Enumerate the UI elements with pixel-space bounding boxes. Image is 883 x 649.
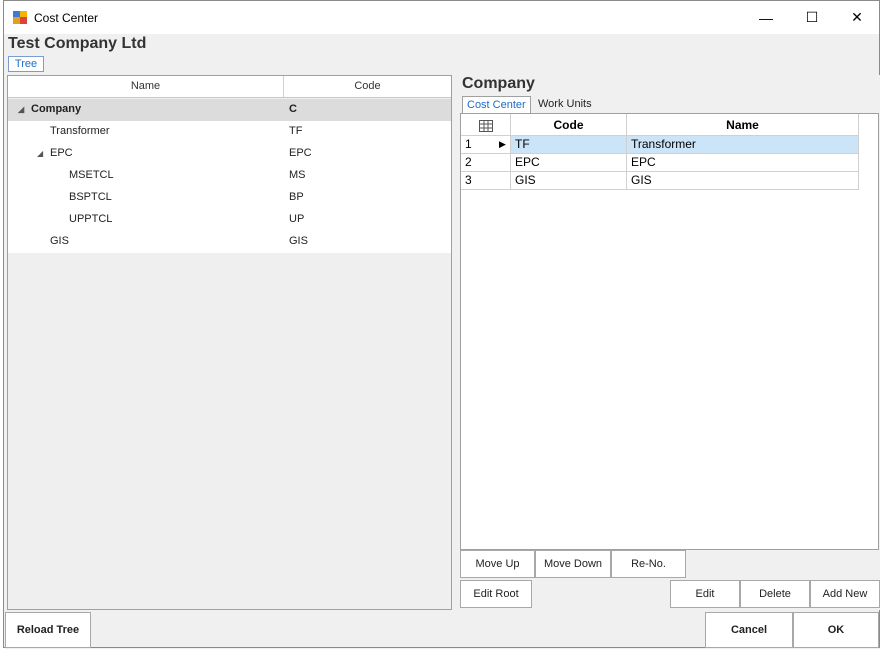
app-icon: [13, 11, 27, 24]
tab-tree[interactable]: Tree: [8, 56, 44, 72]
maximize-icon: ☐: [805, 9, 819, 25]
renumber-button[interactable]: Re-No.: [611, 550, 686, 578]
cost-center-grid: Code Name 1 ▶ TF Transformer 2 EPC EPC 3…: [460, 113, 879, 550]
grid-cell-name[interactable]: EPC: [627, 154, 859, 172]
tab-cost-center[interactable]: Cost Center: [462, 96, 531, 113]
edit-root-button[interactable]: Edit Root: [460, 580, 532, 608]
tree-row-upptcl[interactable]: UPPTCL UP: [8, 209, 451, 231]
tree-node-code: C: [289, 103, 297, 115]
window-title: Cost Center: [34, 11, 99, 25]
tree-panel: Name Code ◢ Company C Transformer TF ◢ E…: [7, 75, 452, 610]
company-name-heading: Test Company Ltd: [8, 35, 147, 52]
tree-node-name: GIS: [50, 235, 69, 247]
minimize-icon: —: [759, 9, 773, 26]
cancel-button[interactable]: Cancel: [705, 612, 793, 648]
ok-button[interactable]: OK: [793, 612, 879, 648]
tree-node-code: TF: [289, 125, 303, 137]
tree-node-name: UPPTCL: [69, 213, 113, 225]
close-icon: ✕: [851, 9, 863, 25]
row-header[interactable]: 3: [461, 172, 511, 190]
tree-node-name: Company: [31, 103, 82, 115]
grid-cell-name[interactable]: Transformer: [627, 136, 859, 154]
tree-row-transformer[interactable]: Transformer TF: [8, 121, 451, 143]
tree-node-code: BP: [289, 191, 304, 203]
move-up-button[interactable]: Move Up: [460, 550, 535, 578]
delete-button[interactable]: Delete: [740, 580, 810, 608]
add-new-button[interactable]: Add New: [810, 580, 880, 608]
grid-corner[interactable]: [461, 114, 511, 136]
tree-node-code: GIS: [289, 235, 308, 247]
maximize-button[interactable]: ☐: [789, 1, 835, 34]
grid-cell-code[interactable]: TF: [511, 136, 627, 154]
tree-row-bsptcl[interactable]: BSPTCL BP: [8, 187, 451, 209]
tree-row-gis[interactable]: GIS GIS: [8, 231, 451, 253]
detail-panel: Company Cost Center Work Units Code Name…: [456, 75, 880, 610]
tree-header: Name Code: [8, 76, 451, 98]
tree-node-code: UP: [289, 213, 305, 225]
tree-node-name: EPC: [50, 147, 73, 159]
current-row-arrow-icon: ▶: [499, 139, 506, 149]
collapse-icon[interactable]: ◢: [18, 105, 24, 114]
grid-column-code[interactable]: Code: [511, 114, 627, 136]
minimize-button[interactable]: —: [743, 1, 789, 34]
cost-center-dialog: Cost Center — ☐ ✕ Test Company Ltd Tree …: [3, 0, 880, 648]
tree-node-name: Transformer: [50, 125, 110, 137]
grid-cell-name[interactable]: GIS: [627, 172, 859, 190]
collapse-icon[interactable]: ◢: [37, 149, 43, 158]
tree-column-name[interactable]: Name: [8, 76, 284, 97]
title-bar: Cost Center — ☐ ✕: [4, 1, 879, 34]
grid-column-name[interactable]: Name: [627, 114, 859, 136]
tree-node-name: BSPTCL: [69, 191, 112, 203]
tree-node-code: MS: [289, 169, 306, 181]
reload-tree-button[interactable]: Reload Tree: [5, 612, 91, 648]
grid-select-all-icon: [478, 119, 493, 132]
tree-column-code[interactable]: Code: [284, 76, 451, 97]
tree-node-code: EPC: [289, 147, 312, 159]
grid-cell-code[interactable]: GIS: [511, 172, 627, 190]
move-down-button[interactable]: Move Down: [535, 550, 611, 578]
detail-title: Company: [462, 75, 535, 92]
tree-row-epc[interactable]: ◢ EPC EPC: [8, 143, 451, 165]
tab-work-units[interactable]: Work Units: [534, 96, 596, 113]
grid-cell-code[interactable]: EPC: [511, 154, 627, 172]
close-button[interactable]: ✕: [834, 1, 880, 34]
edit-button[interactable]: Edit: [670, 580, 740, 608]
row-header[interactable]: 2: [461, 154, 511, 172]
tree-row-msetcl[interactable]: MSETCL MS: [8, 165, 451, 187]
tree-node-name: MSETCL: [69, 169, 114, 181]
row-number: 1: [465, 137, 472, 151]
tree-row-company[interactable]: ◢ Company C: [8, 99, 451, 121]
row-header[interactable]: 1 ▶: [461, 136, 511, 154]
